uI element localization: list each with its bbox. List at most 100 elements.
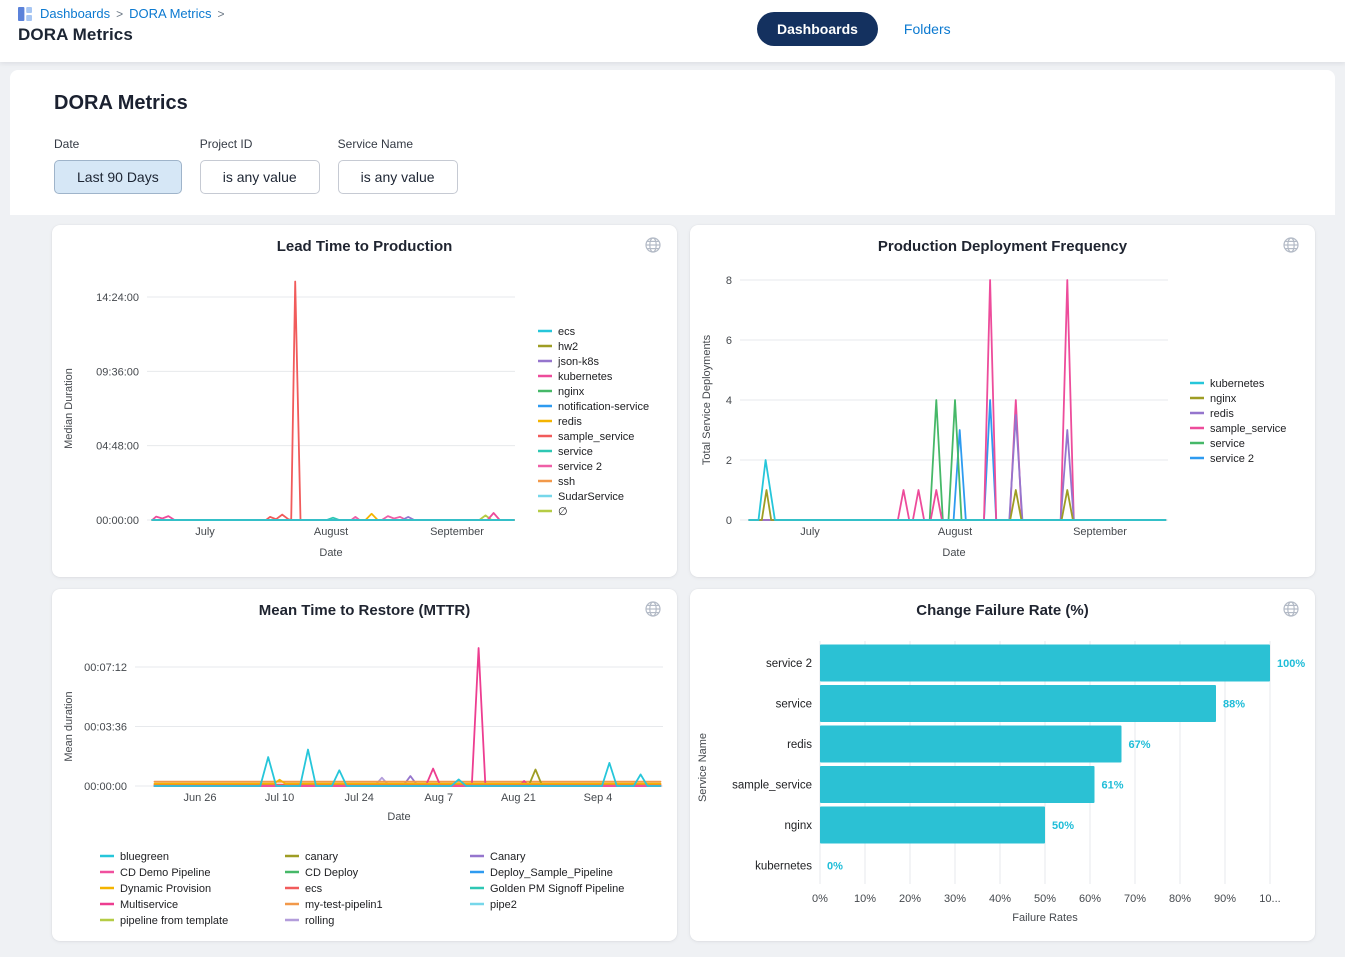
legend-label[interactable]: Multiservice xyxy=(120,899,178,911)
breadcrumb-link-dashboards[interactable]: Dashboards xyxy=(40,6,110,21)
globe-icon[interactable] xyxy=(1282,236,1300,254)
legend-label[interactable]: hw2 xyxy=(558,341,578,353)
legend-label[interactable]: rolling xyxy=(305,915,334,927)
y-tick-label: 4 xyxy=(726,395,732,407)
legend-label[interactable]: nginx xyxy=(1210,393,1237,405)
y-axis-title: Mean duration xyxy=(63,691,75,761)
dashboard-grid: Lead Time to Production 00:00:0004:48:00… xyxy=(10,215,1335,957)
legend-label[interactable]: ∅ xyxy=(558,506,568,518)
breadcrumb-separator: > xyxy=(116,7,123,21)
y-tick-label: 14:24:00 xyxy=(96,292,139,304)
legend-label[interactable]: CD Deploy xyxy=(305,867,359,879)
filter-service-name: Service Name is any value xyxy=(338,137,458,194)
bar-service 2[interactable] xyxy=(820,645,1270,682)
bar-redis[interactable] xyxy=(820,726,1122,763)
x-tick-label: July xyxy=(195,526,215,538)
legend-label[interactable]: service xyxy=(1210,438,1245,450)
category-label: service 2 xyxy=(766,658,812,670)
y-axis-title: Total Service Deployments xyxy=(701,334,713,465)
change-failure-rate-chart[interactable]: 0%10%20%30%40%50%60%70%80%90%10...servic… xyxy=(690,621,1315,941)
legend-label[interactable]: json-k8s xyxy=(557,356,599,368)
legend-label[interactable]: canary xyxy=(305,851,339,863)
legend-label[interactable]: service 2 xyxy=(1210,453,1254,465)
y-tick-label: 2 xyxy=(726,455,732,467)
category-label: nginx xyxy=(785,820,813,832)
x-axis-title: Failure Rates xyxy=(1012,912,1078,924)
chart-title: Mean Time to Restore (MTTR) xyxy=(52,602,677,619)
legend-label[interactable]: service 2 xyxy=(558,461,602,473)
deployment-frequency-chart[interactable]: 02468JulyAugustSeptemberDateTotal Servic… xyxy=(690,257,1315,577)
legend-label[interactable]: redis xyxy=(1210,408,1234,420)
lead-time-chart[interactable]: 00:00:0004:48:0009:36:0014:24:00JulyAugu… xyxy=(52,257,677,577)
y-axis-title: Median Duration xyxy=(63,368,75,449)
legend-label[interactable]: service xyxy=(558,446,593,458)
x-tick-label: Jul 10 xyxy=(265,792,294,804)
series-kubernetes[interactable] xyxy=(152,513,514,520)
x-tick-label: September xyxy=(1073,526,1127,538)
legend-label[interactable]: Deploy_Sample_Pipeline xyxy=(490,867,613,879)
legend-label[interactable]: pipe2 xyxy=(490,899,517,911)
value-label: 100% xyxy=(1277,658,1305,670)
legend-label[interactable]: kubernetes xyxy=(1210,378,1265,390)
view-tabs: Dashboards Folders xyxy=(757,12,951,46)
legend-label[interactable]: notification-service xyxy=(558,401,649,413)
value-label: 88% xyxy=(1223,699,1245,711)
series-sample_service[interactable] xyxy=(152,282,514,521)
x-tick-label: 90% xyxy=(1214,893,1236,905)
filter-project-id-value[interactable]: is any value xyxy=(200,160,320,194)
tab-dashboards[interactable]: Dashboards xyxy=(757,12,878,46)
legend-label[interactable]: CD Demo Pipeline xyxy=(120,867,210,879)
legend-label[interactable]: pipeline from template xyxy=(120,915,228,927)
bar-sample_service[interactable] xyxy=(820,766,1095,803)
category-label: service xyxy=(776,699,812,711)
breadcrumb-link-dora-metrics[interactable]: DORA Metrics xyxy=(129,6,211,21)
globe-icon[interactable] xyxy=(644,236,662,254)
x-axis-title: Date xyxy=(387,811,410,823)
legend-label[interactable]: sample_service xyxy=(558,431,634,443)
series-Multiservice[interactable] xyxy=(155,648,661,786)
legend-label[interactable]: Golden PM Signoff Pipeline xyxy=(490,883,624,895)
x-tick-label: Jun 26 xyxy=(183,792,216,804)
y-tick-label: 09:36:00 xyxy=(96,366,139,378)
x-tick-label: 0% xyxy=(812,893,828,905)
legend-label[interactable]: ecs xyxy=(558,326,576,338)
dashboard-title: DORA Metrics xyxy=(54,92,1335,115)
card-production-deployment-frequency: Production Deployment Frequency 02468Jul… xyxy=(690,225,1315,577)
tab-folders[interactable]: Folders xyxy=(904,21,951,37)
globe-icon[interactable] xyxy=(1282,600,1300,618)
legend-label[interactable]: ecs xyxy=(305,883,323,895)
legend-label[interactable]: redis xyxy=(558,416,582,428)
y-tick-label: 8 xyxy=(726,275,732,287)
mttr-chart[interactable]: 00:00:0000:03:3600:07:12Jun 26Jul 10Jul … xyxy=(52,621,677,941)
chart-title: Lead Time to Production xyxy=(52,238,677,255)
dashboards-grid-icon xyxy=(18,7,32,21)
filter-service-name-value[interactable]: is any value xyxy=(338,160,458,194)
header-title: DORA Metrics xyxy=(18,25,224,45)
x-tick-label: 10... xyxy=(1259,893,1280,905)
bar-service[interactable] xyxy=(820,685,1216,722)
legend-label[interactable]: Dynamic Provision xyxy=(120,883,211,895)
legend-label[interactable]: Canary xyxy=(490,851,526,863)
legend-label[interactable]: bluegreen xyxy=(120,851,169,863)
card-mean-time-to-restore: Mean Time to Restore (MTTR) 00:00:0000:0… xyxy=(52,589,677,941)
filter-project-id-label: Project ID xyxy=(200,137,320,151)
filter-service-name-label: Service Name xyxy=(338,137,458,151)
x-axis-title: Date xyxy=(319,547,342,559)
legend-label[interactable]: kubernetes xyxy=(558,371,613,383)
filter-date: Date Last 90 Days xyxy=(54,137,182,194)
value-label: 67% xyxy=(1129,739,1151,751)
globe-icon[interactable] xyxy=(644,600,662,618)
chart-title: Production Deployment Frequency xyxy=(690,238,1315,255)
x-tick-label: 40% xyxy=(989,893,1011,905)
breadcrumb-separator: > xyxy=(217,7,224,21)
series-nginx[interactable] xyxy=(749,490,1165,520)
legend-label[interactable]: SudarService xyxy=(558,491,624,503)
filter-date-value[interactable]: Last 90 Days xyxy=(54,160,182,194)
bar-nginx[interactable] xyxy=(820,807,1045,844)
legend-label[interactable]: nginx xyxy=(558,386,585,398)
x-tick-label: August xyxy=(314,526,348,538)
legend-label[interactable]: my-test-pipelin1 xyxy=(305,899,383,911)
legend-label[interactable]: ssh xyxy=(558,476,575,488)
breadcrumb: Dashboards > DORA Metrics > xyxy=(18,6,224,21)
legend-label[interactable]: sample_service xyxy=(1210,423,1286,435)
